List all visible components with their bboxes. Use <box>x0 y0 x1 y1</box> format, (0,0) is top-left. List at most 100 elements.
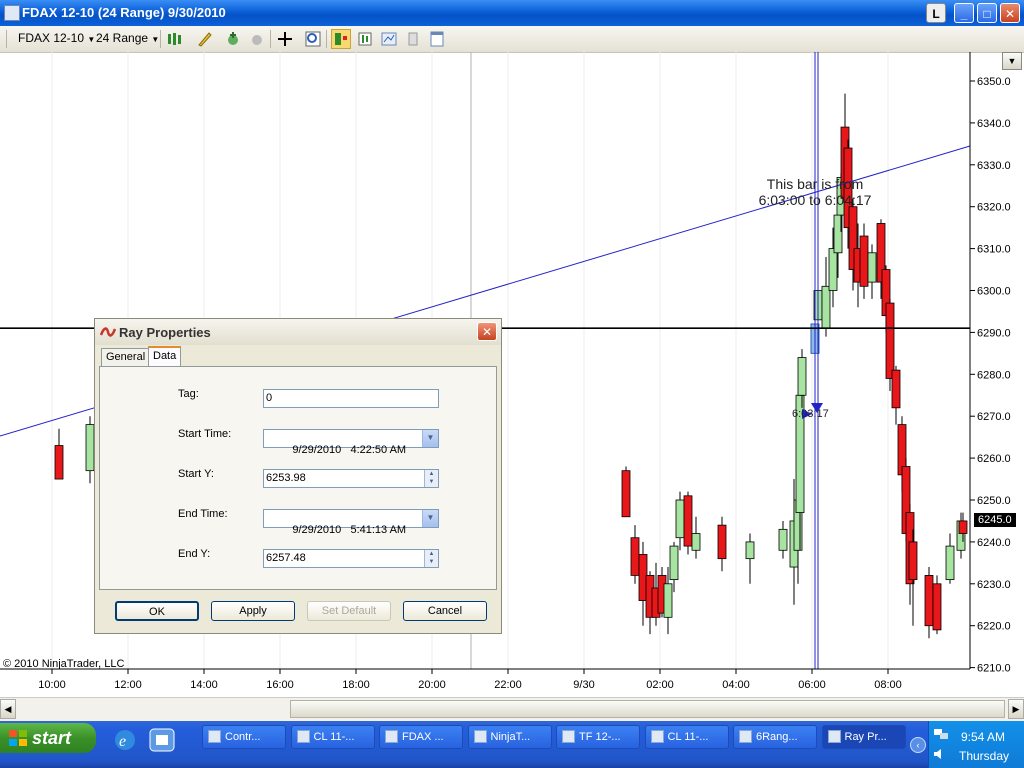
cancel-button[interactable]: Cancel <box>403 601 487 621</box>
candle[interactable] <box>859 223 869 299</box>
candle[interactable] <box>932 575 942 635</box>
x-tick-label: 18:00 <box>342 679 370 691</box>
svg-text:e: e <box>119 733 126 750</box>
taskbar: start e Contr... CL 11-... FDAX ... NinjaT.… <box>0 721 1024 768</box>
scroll-thumb[interactable] <box>290 700 1005 718</box>
y-tick-label: 6210.0 <box>977 663 1011 675</box>
ninjatrader-icon <box>208 730 221 743</box>
end-y-input[interactable]: 6257.48 ▲ ▼ <box>263 549 439 568</box>
y-tick-label: 6330.0 <box>977 160 1011 172</box>
horizontal-scrollbar[interactable]: ◀ ▶ <box>0 697 1024 721</box>
chart-icon <box>296 730 310 743</box>
candle[interactable] <box>621 466 631 518</box>
ok-button[interactable]: OK <box>115 601 199 621</box>
taskbar-item[interactable]: NinjaT... <box>467 725 552 749</box>
x-tick-label: 08:00 <box>874 679 902 691</box>
candle[interactable] <box>675 491 685 551</box>
chart-trader-icon[interactable] <box>331 29 351 49</box>
tag-input[interactable]: 0 <box>263 389 439 408</box>
start-button[interactable]: start <box>0 723 96 753</box>
x-tick-label: 9/30 <box>573 679 594 691</box>
window-layout-icon[interactable] <box>428 30 446 48</box>
maximize-button[interactable]: □ <box>977 3 997 23</box>
dialog-title-bar[interactable]: Ray Properties ✕ <box>95 319 501 345</box>
spinner-icon[interactable]: ▲ ▼ <box>424 470 438 487</box>
tray-expand-icon[interactable]: ‹ <box>910 737 926 753</box>
candle[interactable] <box>745 533 755 584</box>
spinner-icon[interactable]: ▲ ▼ <box>424 550 438 567</box>
remove-indicator-icon[interactable] <box>248 30 266 48</box>
end-y-label: End Y: <box>178 548 211 560</box>
candle[interactable] <box>691 516 701 559</box>
candle[interactable] <box>85 416 95 484</box>
clock-time[interactable]: 9:54 AM <box>961 730 1005 744</box>
taskbar-item[interactable]: TF 12-... <box>556 725 640 749</box>
y-tick-label: 6280.0 <box>977 369 1011 381</box>
candle[interactable] <box>891 365 901 425</box>
data-box-icon[interactable] <box>356 30 374 48</box>
dialog-close-button[interactable]: ✕ <box>477 322 497 341</box>
windows-logo-icon <box>9 730 27 746</box>
scroll-left-arrow-icon[interactable]: ◀ <box>0 699 16 719</box>
candle[interactable] <box>945 533 955 584</box>
end-time-picker[interactable]: 9/29/2010 5:41:13 AM ▼ <box>263 509 439 536</box>
marker-time-label: 6:03:17 <box>792 408 829 420</box>
y-tick-label: 6230.0 <box>977 579 1011 591</box>
internet-explorer-icon <box>473 730 487 743</box>
candle[interactable] <box>54 428 64 480</box>
chart-icon <box>385 730 398 743</box>
volume-icon[interactable] <box>933 747 947 761</box>
scroll-right-arrow-icon[interactable]: ▶ <box>1008 699 1024 719</box>
candle[interactable] <box>630 525 640 584</box>
taskbar-item[interactable]: FDAX ... <box>379 725 463 749</box>
bar-type-icon[interactable] <box>166 30 184 48</box>
candle[interactable] <box>683 491 693 555</box>
snapshot-icon[interactable] <box>404 30 422 48</box>
ray-properties-dialog: Ray Properties ✕ General Data Tag: 0 Sta… <box>94 318 502 634</box>
internet-explorer-icon[interactable]: e <box>112 727 138 753</box>
candle[interactable] <box>717 516 727 572</box>
clock-day: Thursday <box>959 749 1010 763</box>
add-indicator-icon[interactable] <box>224 30 242 48</box>
start-time-picker[interactable]: 9/29/2010 4:22:50 AM ▼ <box>263 429 439 456</box>
candle[interactable] <box>867 244 877 299</box>
network-icon[interactable] <box>933 727 949 741</box>
crosshair-icon[interactable] <box>276 30 294 48</box>
y-tick-label: 6240.0 <box>977 537 1011 549</box>
set-default-button[interactable]: Set Default <box>307 601 391 621</box>
link-button[interactable]: L <box>926 3 946 23</box>
chart-window-icon <box>4 5 20 21</box>
taskbar-item[interactable]: CL 11-... <box>644 725 729 749</box>
candle[interactable] <box>908 529 918 626</box>
chevron-down-icon[interactable]: ▼ <box>422 430 438 447</box>
tab-data[interactable]: Data <box>148 346 182 367</box>
chevron-down-icon[interactable]: ▼ <box>422 510 438 527</box>
zoom-icon[interactable] <box>304 30 322 48</box>
quick-launch-icon[interactable] <box>148 727 176 753</box>
candle[interactable] <box>924 567 934 639</box>
apply-button[interactable]: Apply <box>211 601 295 621</box>
ninjatrader-icon <box>827 730 841 743</box>
x-tick-label: 12:00 <box>114 679 142 691</box>
end-time-label: End Time: <box>178 508 228 520</box>
minimize-button[interactable]: _ <box>954 3 974 23</box>
taskbar-item[interactable]: Ray Pr... <box>821 725 906 749</box>
chart-menu-dropdown[interactable]: ▼ <box>1002 52 1022 70</box>
interval-selector[interactable]: 24 Range ▼ <box>96 31 159 45</box>
start-y-input[interactable]: 6253.98 ▲ ▼ <box>263 469 439 488</box>
taskbar-item[interactable]: CL 11-... <box>290 725 375 749</box>
app-icon <box>739 730 752 743</box>
chart-icon <box>650 730 664 743</box>
close-button[interactable]: ✕ <box>1000 3 1020 23</box>
tab-general[interactable]: General <box>101 348 151 366</box>
candle[interactable] <box>778 520 788 559</box>
instrument-selector[interactable]: FDAX 12-10 ▼ <box>18 31 95 45</box>
y-tick-label: 6300.0 <box>977 286 1011 298</box>
pencil-icon[interactable] <box>196 30 214 48</box>
bar-info-tooltip: This bar is from 6:03:00 to 6:04:17 <box>758 176 872 208</box>
taskbar-item[interactable]: 6Rang... <box>733 725 817 749</box>
candle[interactable] <box>956 512 966 559</box>
properties-icon[interactable] <box>380 30 398 48</box>
start-y-label: Start Y: <box>178 468 214 480</box>
taskbar-item[interactable]: Contr... <box>202 725 286 749</box>
